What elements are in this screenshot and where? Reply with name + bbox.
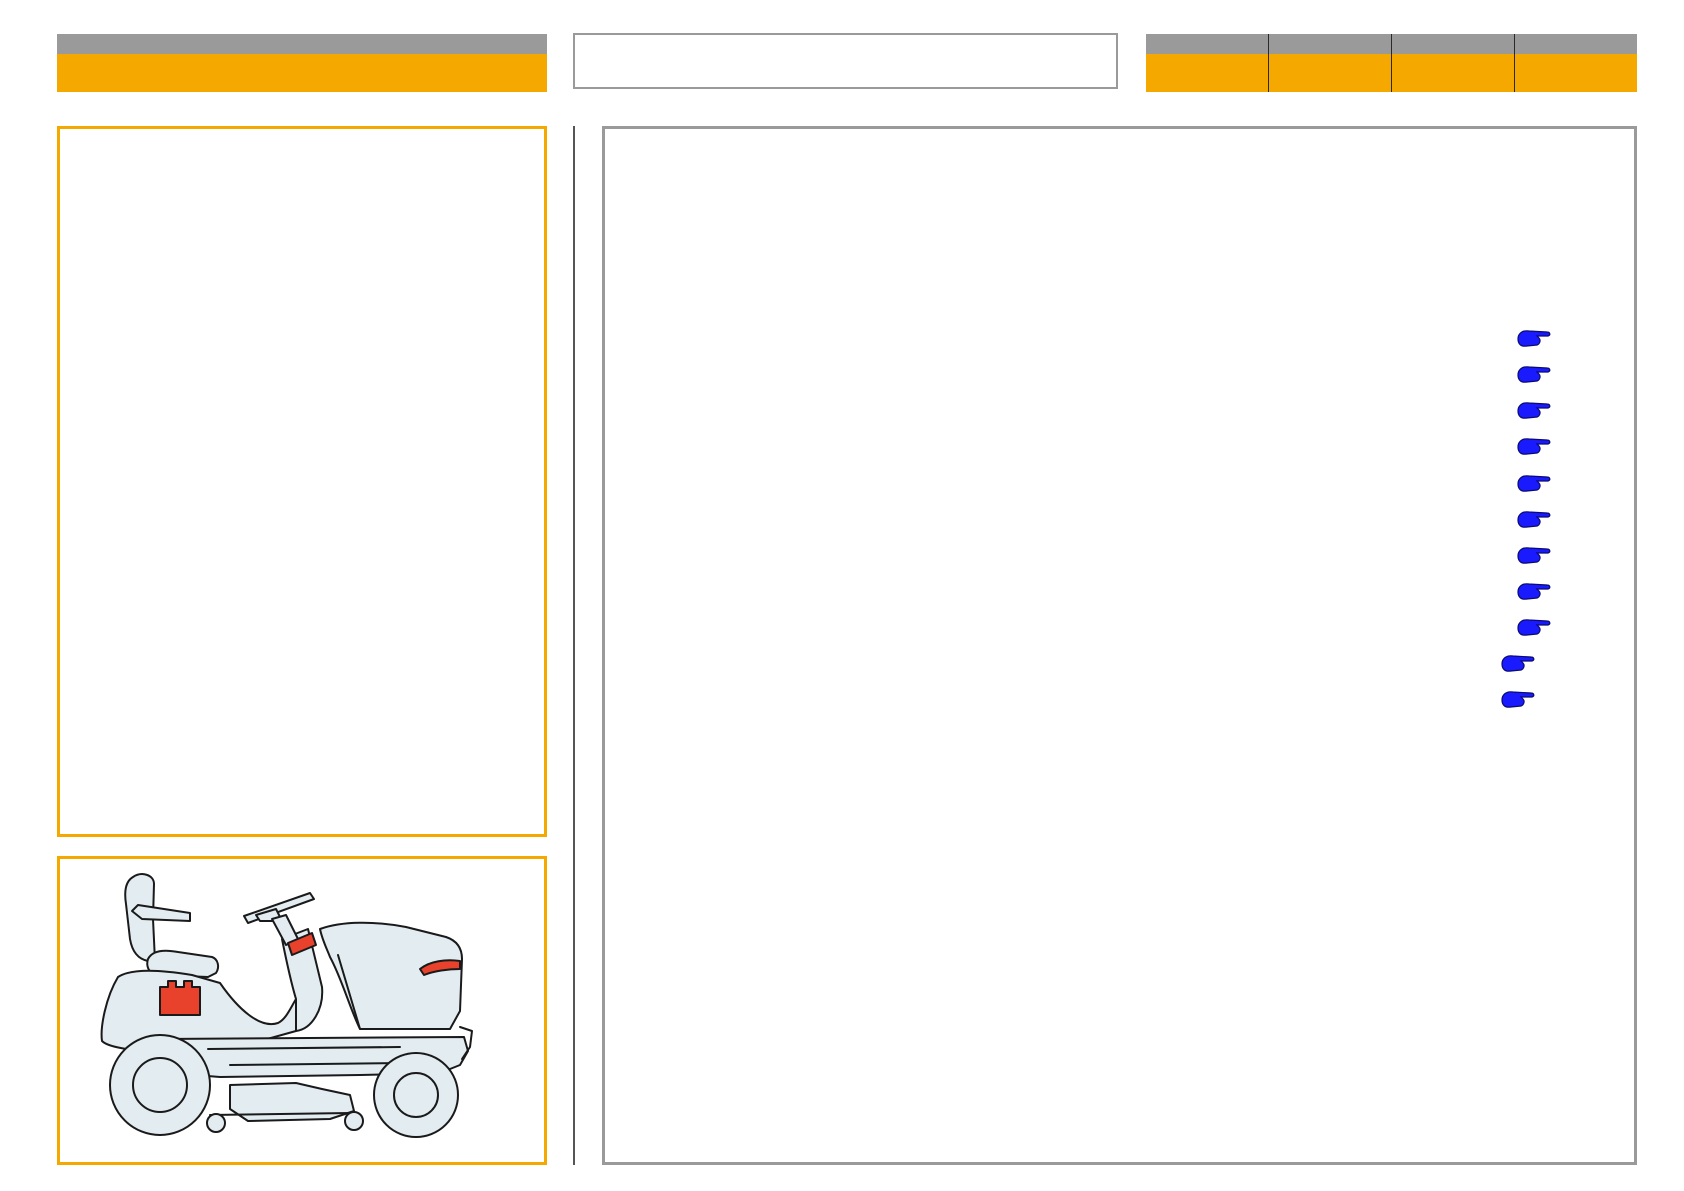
page-title-box bbox=[573, 33, 1118, 89]
pointing-hand-icon[interactable] bbox=[1515, 580, 1553, 604]
illustration-panel bbox=[57, 856, 547, 1165]
pointing-hand-icon[interactable] bbox=[1515, 327, 1553, 351]
header-left-grey-strip bbox=[57, 34, 547, 54]
tab-orange-strip bbox=[1146, 54, 1268, 92]
tab-grey-strip bbox=[1269, 34, 1391, 54]
tab-orange-strip bbox=[1392, 54, 1514, 92]
header-left-bar bbox=[57, 34, 547, 92]
pointing-hand-icon[interactable] bbox=[1499, 688, 1537, 712]
header-tab-1[interactable] bbox=[1146, 34, 1268, 92]
description-panel bbox=[57, 126, 547, 837]
pointing-hand-icon[interactable] bbox=[1515, 616, 1553, 640]
pointing-hand-icon[interactable] bbox=[1515, 363, 1553, 387]
main-content-panel bbox=[602, 126, 1637, 1165]
pointing-hand-icon[interactable] bbox=[1515, 435, 1553, 459]
tab-grey-strip bbox=[1392, 34, 1514, 54]
column-divider bbox=[573, 126, 575, 1165]
tab-grey-strip bbox=[1146, 34, 1268, 54]
header-tab-3[interactable] bbox=[1391, 34, 1514, 92]
header-tab-2[interactable] bbox=[1268, 34, 1391, 92]
pointing-hand-icon[interactable] bbox=[1515, 544, 1553, 568]
pointing-hand-icon[interactable] bbox=[1499, 652, 1537, 676]
tab-grey-strip bbox=[1515, 34, 1637, 54]
header-tab-4[interactable] bbox=[1514, 34, 1637, 92]
header-left-orange-strip bbox=[57, 54, 547, 92]
tab-orange-strip bbox=[1515, 54, 1637, 92]
tab-orange-strip bbox=[1269, 54, 1391, 92]
header-tabs bbox=[1146, 34, 1637, 92]
pointing-hand-icon[interactable] bbox=[1515, 399, 1553, 423]
pointing-hand-icon[interactable] bbox=[1515, 508, 1553, 532]
lawn-tractor-illustration bbox=[100, 873, 473, 1138]
pointing-hand-icon[interactable] bbox=[1515, 472, 1553, 496]
